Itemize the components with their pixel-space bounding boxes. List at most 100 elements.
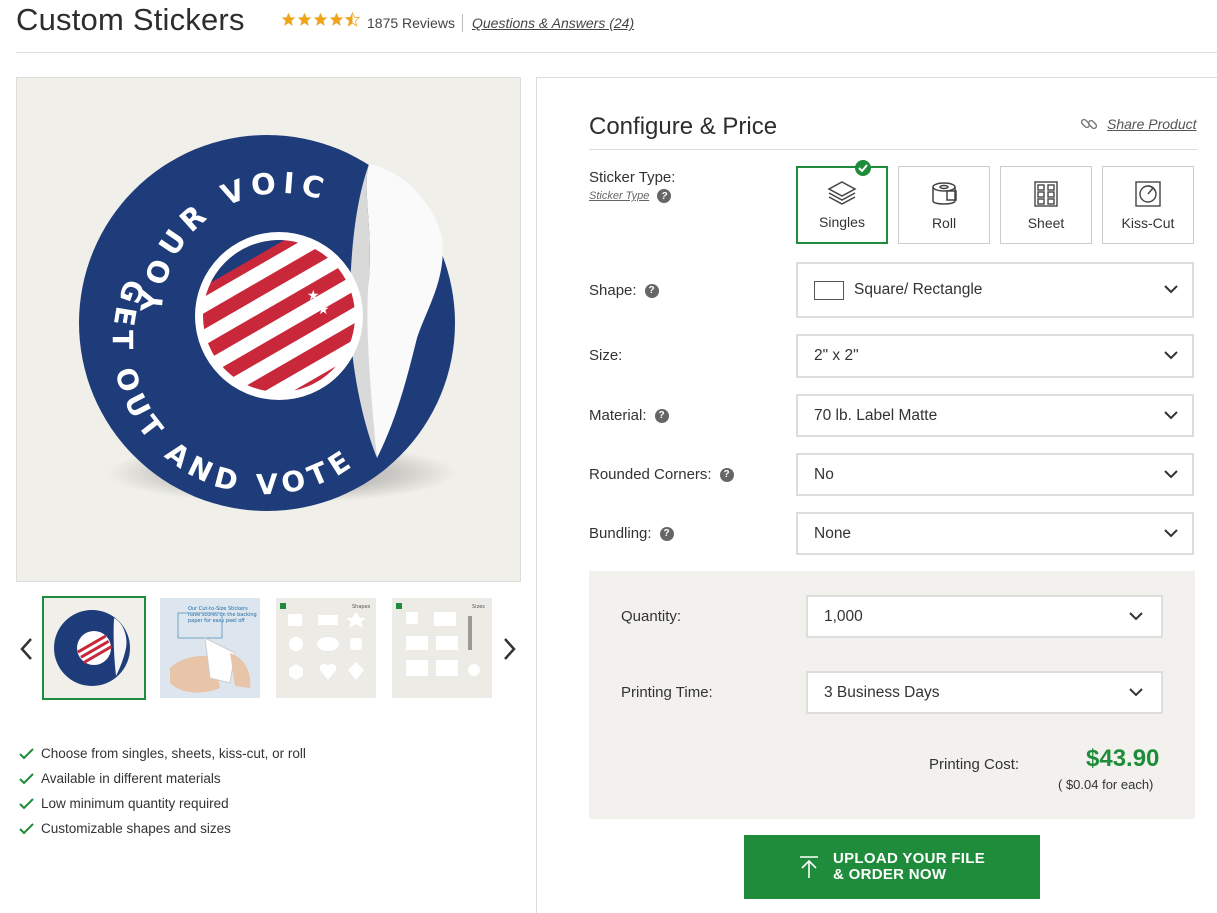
rounded-corners-label: Rounded Corners: ?	[589, 466, 734, 483]
selected-check-icon	[855, 160, 871, 176]
printing-time-value: 3 Business Days	[824, 683, 940, 701]
thumbnail-2[interactable]: Our Cut-to-Size Stickers have scores on …	[160, 598, 260, 698]
sticker-type-label: Sheet	[1027, 215, 1065, 231]
material-label-text: Material:	[589, 407, 647, 424]
printing-cost-label: Printing Cost:	[929, 756, 1020, 773]
upload-button-line1: UPLOAD YOUR FILE	[833, 850, 986, 867]
bundling-select[interactable]: None	[796, 512, 1194, 555]
size-value: 2" x 2"	[814, 347, 859, 364]
star-icon	[281, 12, 296, 26]
reviews-link[interactable]: 1875 Reviews	[367, 15, 455, 31]
upload-button-line2: & ORDER NOW	[833, 866, 947, 883]
main-product-image[interactable]: YOUR VOIC GET OUT AND VOTE ★ ★ ★	[16, 77, 521, 582]
star-icon	[297, 12, 312, 26]
chevron-down-icon	[1164, 528, 1178, 537]
chevron-down-icon	[1164, 469, 1178, 478]
roll-icon	[932, 182, 957, 205]
chevron-right-icon[interactable]	[499, 636, 519, 662]
shape-select[interactable]: Square/ Rectangle	[796, 262, 1194, 318]
help-icon[interactable]: ?	[657, 189, 672, 203]
svg-text:★: ★	[317, 301, 330, 317]
rating-stars[interactable]	[281, 12, 360, 27]
quantity-label: Quantity:	[621, 608, 682, 625]
rectangle-shape-icon	[814, 280, 844, 300]
checkmark-icon	[19, 748, 34, 760]
thumbnail-4[interactable]: Sizes	[392, 598, 492, 698]
shape-value: Square/ Rectangle	[854, 281, 983, 298]
feature-text: Low minimum quantity required	[41, 796, 229, 811]
divider	[589, 149, 1197, 150]
bundling-label: Bundling: ?	[589, 525, 674, 542]
sticker-type-label: Roll	[931, 215, 957, 231]
divider	[16, 52, 1217, 53]
link-icon	[1080, 118, 1098, 130]
bundling-label-text: Bundling:	[589, 525, 652, 542]
rounded-corners-select[interactable]: No	[796, 453, 1194, 496]
checkmark-icon	[19, 773, 34, 785]
sticker-type-label-text: Sticker Type:	[589, 169, 676, 186]
feature-item: Choose from singles, sheets, kiss-cut, o…	[19, 741, 306, 766]
quantity-select[interactable]: 1,000	[806, 595, 1163, 638]
upload-order-button[interactable]: UPLOAD YOUR FILE & ORDER NOW	[744, 835, 1040, 899]
thumbnail-shapes-image: Shapes	[276, 598, 376, 698]
rounded-corners-label-text: Rounded Corners:	[589, 466, 712, 483]
sticker-type-singles[interactable]: Singles	[796, 166, 888, 244]
svg-text:★: ★	[285, 277, 298, 293]
sticker-type-kiss-cut[interactable]: Kiss-Cut	[1102, 166, 1194, 244]
rounded-corners-value: No	[814, 465, 834, 483]
sheet-icon	[1034, 181, 1058, 207]
material-value: 70 lb. Label Matte	[814, 406, 938, 424]
quantity-value: 1,000	[824, 607, 863, 625]
feature-item: Available in different materials	[19, 766, 306, 791]
chevron-down-icon	[1164, 410, 1178, 419]
questions-answers-link[interactable]: Questions & Answers (24)	[472, 15, 634, 31]
shape-label: Shape: ?	[589, 282, 659, 299]
thumbnail-3[interactable]: Shapes	[276, 598, 376, 698]
material-select[interactable]: 70 lb. Label Matte	[796, 394, 1194, 437]
help-icon[interactable]: ?	[659, 526, 674, 541]
thumbnail-1[interactable]	[42, 596, 146, 700]
feature-text: Available in different materials	[41, 771, 221, 786]
divider	[462, 14, 463, 32]
help-icon[interactable]: ?	[719, 467, 734, 482]
feature-item: Low minimum quantity required	[19, 791, 306, 816]
help-icon[interactable]: ?	[654, 408, 669, 423]
feature-item: Customizable shapes and sizes	[19, 816, 306, 841]
sticker-type-link-text: Sticker Type	[589, 190, 650, 202]
star-half-icon	[345, 12, 360, 27]
sticker-type-sheet[interactable]: Sheet	[1000, 166, 1092, 244]
upload-icon	[800, 856, 818, 878]
upload-button-text: UPLOAD YOUR FILE & ORDER NOW	[833, 851, 985, 883]
checkmark-icon	[19, 823, 34, 835]
material-label: Material: ?	[589, 407, 669, 424]
sticker-type-help-link[interactable]: Sticker Type ?	[589, 189, 672, 203]
kiss-cut-icon	[1135, 181, 1161, 207]
star-icon	[313, 12, 328, 26]
size-label: Size:	[589, 347, 622, 364]
price-each: ( $0.04 for each)	[1058, 777, 1154, 792]
chevron-down-icon	[1164, 351, 1178, 360]
chevron-down-icon	[1164, 285, 1178, 294]
chevron-down-icon	[1129, 687, 1143, 696]
panel-border	[536, 77, 1217, 78]
sticker-type-label: Kiss-Cut	[1121, 215, 1175, 231]
printing-time-label: Printing Time:	[621, 684, 713, 701]
svg-text:paper for easy peel off: paper for easy peel off	[188, 618, 245, 624]
help-icon[interactable]: ?	[644, 283, 659, 298]
sticker-type-label: Singles	[819, 214, 865, 230]
sticker-type-roll[interactable]: Roll	[898, 166, 990, 244]
svg-text:Shapes: Shapes	[352, 604, 371, 610]
price-total: $43.90	[1086, 745, 1160, 772]
chevron-left-icon[interactable]	[17, 636, 37, 662]
printing-time-select[interactable]: 3 Business Days	[806, 671, 1163, 714]
shape-label-text: Shape:	[589, 282, 637, 299]
size-select[interactable]: 2" x 2"	[796, 334, 1194, 378]
feature-text: Customizable shapes and sizes	[41, 821, 231, 836]
share-product-label: Share Product	[1107, 116, 1197, 132]
thumbnail-peel-image: Our Cut-to-Size Stickers have scores on …	[160, 598, 260, 698]
star-icon	[329, 12, 344, 26]
thumbnail-sizes-image: Sizes	[392, 598, 492, 698]
svg-text:Sizes: Sizes	[472, 604, 485, 610]
sticker-image: YOUR VOIC GET OUT AND VOTE ★ ★ ★	[79, 135, 457, 511]
share-product-link[interactable]: Share Product	[1079, 114, 1197, 134]
